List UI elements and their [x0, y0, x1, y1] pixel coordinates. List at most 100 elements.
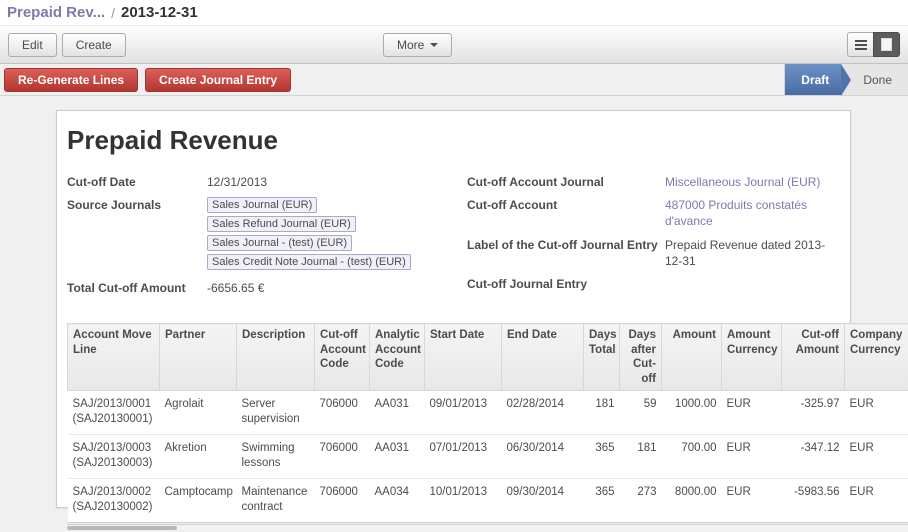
- col-cutoff-amount: Cut-off Amount: [782, 324, 845, 391]
- breadcrumb-separator: /: [111, 5, 115, 21]
- create-button[interactable]: Create: [62, 33, 126, 57]
- statusbar: Draft Done: [784, 64, 908, 95]
- cell-days-total: 181: [584, 390, 620, 434]
- cell-days-total: 365: [584, 478, 620, 522]
- total-cutoff-amount-value: -6656.65 €: [207, 280, 379, 296]
- cell-days-after: 181: [620, 434, 662, 478]
- cell-company-currency: EUR: [845, 478, 908, 522]
- cell-analytic-code: AA034: [370, 478, 425, 522]
- journal-entry-label-value: Prepaid Revenue dated 2013-12-31: [665, 237, 837, 269]
- field-group-right: Cut-off Account Journal Miscellaneous Jo…: [467, 174, 847, 303]
- cell-amount: 700.00: [662, 434, 722, 478]
- cell-amount: 1000.00: [662, 390, 722, 434]
- col-days-total: Days Total: [584, 324, 620, 391]
- cell-company-currency: EUR: [845, 390, 908, 434]
- cell-cutoff-amount: -347.12: [782, 434, 845, 478]
- field-source-journals: Source Journals Sales Journal (EUR) Sale…: [67, 197, 459, 273]
- col-end-date: End Date: [502, 324, 584, 391]
- cell-start-date: 09/01/2013: [425, 390, 502, 434]
- field-cutoff-journal-entry: Cut-off Journal Entry: [467, 276, 847, 291]
- cell-end-date: 02/28/2014: [502, 390, 584, 434]
- horizontal-scrollbar: [67, 524, 908, 530]
- breadcrumb-parent-link[interactable]: Prepaid Rev...: [7, 4, 105, 21]
- list-view-button[interactable]: [847, 32, 874, 57]
- cell-account-code: 706000: [315, 390, 370, 434]
- table-header-row: Account Move Line Partner Description Cu…: [68, 324, 908, 391]
- cutoff-account-journal-label: Cut-off Account Journal: [467, 174, 665, 190]
- cell-description: Swimming lessons: [237, 434, 315, 478]
- page-title: Prepaid Revenue: [67, 125, 850, 156]
- col-company-currency: Company Currency: [845, 324, 908, 391]
- field-cutoff-account-journal: Cut-off Account Journal Miscellaneous Jo…: [467, 174, 847, 190]
- cell-partner: Camptocamp: [160, 478, 237, 522]
- source-journals-label: Source Journals: [67, 197, 207, 273]
- status-step-draft[interactable]: Draft: [785, 64, 841, 95]
- form-sheet: Prepaid Revenue Cut-off Date 12/31/2013 …: [56, 110, 851, 508]
- cutoff-account-link[interactable]: 487000 Produits constatés d'avance: [665, 197, 837, 229]
- cell-cutoff-amount: -5983.56: [782, 478, 845, 522]
- journal-tag: Sales Journal - (test) (EUR): [207, 235, 352, 251]
- more-dropdown-button[interactable]: More: [383, 33, 452, 57]
- list-view-icon: [855, 40, 867, 50]
- cutoff-journal-entry-value: [665, 276, 837, 291]
- cell-end-date: 06/30/2014: [502, 434, 584, 478]
- cutoff-lines-table: Account Move Line Partner Description Cu…: [67, 323, 908, 522]
- journal-tag: Sales Journal (EUR): [207, 197, 317, 213]
- cell-amount-currency: EUR: [722, 434, 782, 478]
- col-analytic-account-code: Analytic Account Code: [370, 324, 425, 391]
- horizontal-scrollbar-thumb[interactable]: [67, 526, 177, 530]
- table-row[interactable]: SAJ/2013/0002 (SAJ20130002) Camptocamp M…: [68, 478, 908, 522]
- form-view-icon: [881, 38, 892, 51]
- cutoff-date-value: 12/31/2013: [207, 174, 379, 190]
- cell-partner: Akretion: [160, 434, 237, 478]
- cutoff-lines-table-wrap: Account Move Line Partner Description Cu…: [67, 323, 908, 529]
- table-row[interactable]: SAJ/2013/0001 (SAJ20130001) Agrolait Ser…: [68, 390, 908, 434]
- cutoff-account-journal-link[interactable]: Miscellaneous Journal (EUR): [665, 174, 837, 190]
- status-step-done[interactable]: Done: [841, 64, 908, 95]
- cell-analytic-code: AA031: [370, 390, 425, 434]
- breadcrumb: Prepaid Rev... / 2013-12-31: [0, 0, 908, 25]
- form-view-button[interactable]: [873, 32, 900, 57]
- status-draft-label: Draft: [801, 73, 829, 87]
- edit-button[interactable]: Edit: [8, 33, 57, 57]
- col-description: Description: [237, 324, 315, 391]
- cell-days-after: 59: [620, 390, 662, 434]
- chevron-down-icon: [430, 43, 438, 47]
- action-bar: Re-Generate Lines Create Journal Entry D…: [0, 64, 908, 96]
- breadcrumb-current: 2013-12-31: [121, 4, 198, 21]
- col-account-move-line: Account Move Line: [68, 324, 160, 391]
- field-group-left: Cut-off Date 12/31/2013 Source Journals …: [67, 174, 459, 303]
- cell-account-code: 706000: [315, 478, 370, 522]
- cell-end-date: 09/30/2014: [502, 478, 584, 522]
- content-area: Prepaid Revenue Cut-off Date 12/31/2013 …: [0, 96, 908, 532]
- cell-start-date: 10/01/2013: [425, 478, 502, 522]
- cell-description: Server supervision: [237, 390, 315, 434]
- col-partner: Partner: [160, 324, 237, 391]
- cell-amount-currency: EUR: [722, 390, 782, 434]
- cutoff-date-label: Cut-off Date: [67, 174, 207, 190]
- journal-tag: Sales Credit Note Journal - (test) (EUR): [207, 254, 411, 270]
- more-label: More: [397, 38, 424, 52]
- cutoff-journal-entry-label: Cut-off Journal Entry: [467, 276, 665, 291]
- regenerate-lines-button[interactable]: Re-Generate Lines: [4, 68, 138, 92]
- journal-tag: Sales Refund Journal (EUR): [207, 216, 356, 232]
- cell-amount: 8000.00: [662, 478, 722, 522]
- field-cutoff-date: Cut-off Date 12/31/2013: [67, 174, 459, 190]
- cell-description: Maintenance contract: [237, 478, 315, 522]
- field-groups: Cut-off Date 12/31/2013 Source Journals …: [67, 174, 850, 303]
- table-row[interactable]: SAJ/2013/0003 (SAJ20130003) Akretion Swi…: [68, 434, 908, 478]
- cell-days-after: 273: [620, 478, 662, 522]
- status-done-label: Done: [863, 73, 892, 87]
- cell-start-date: 07/01/2013: [425, 434, 502, 478]
- cell-account-code: 706000: [315, 434, 370, 478]
- cell-move-line: SAJ/2013/0003 (SAJ20130003): [68, 434, 160, 478]
- field-cutoff-account: Cut-off Account 487000 Produits constaté…: [467, 197, 847, 229]
- cell-partner: Agrolait: [160, 390, 237, 434]
- total-cutoff-amount-label: Total Cut-off Amount: [67, 280, 207, 296]
- cell-analytic-code: AA031: [370, 434, 425, 478]
- cell-amount-currency: EUR: [722, 478, 782, 522]
- cell-move-line: SAJ/2013/0002 (SAJ20130002): [68, 478, 160, 522]
- col-days-after-cutoff: Days after Cut-off: [620, 324, 662, 391]
- create-journal-entry-button[interactable]: Create Journal Entry: [145, 68, 291, 92]
- col-cutoff-account-code: Cut-off Account Code: [315, 324, 370, 391]
